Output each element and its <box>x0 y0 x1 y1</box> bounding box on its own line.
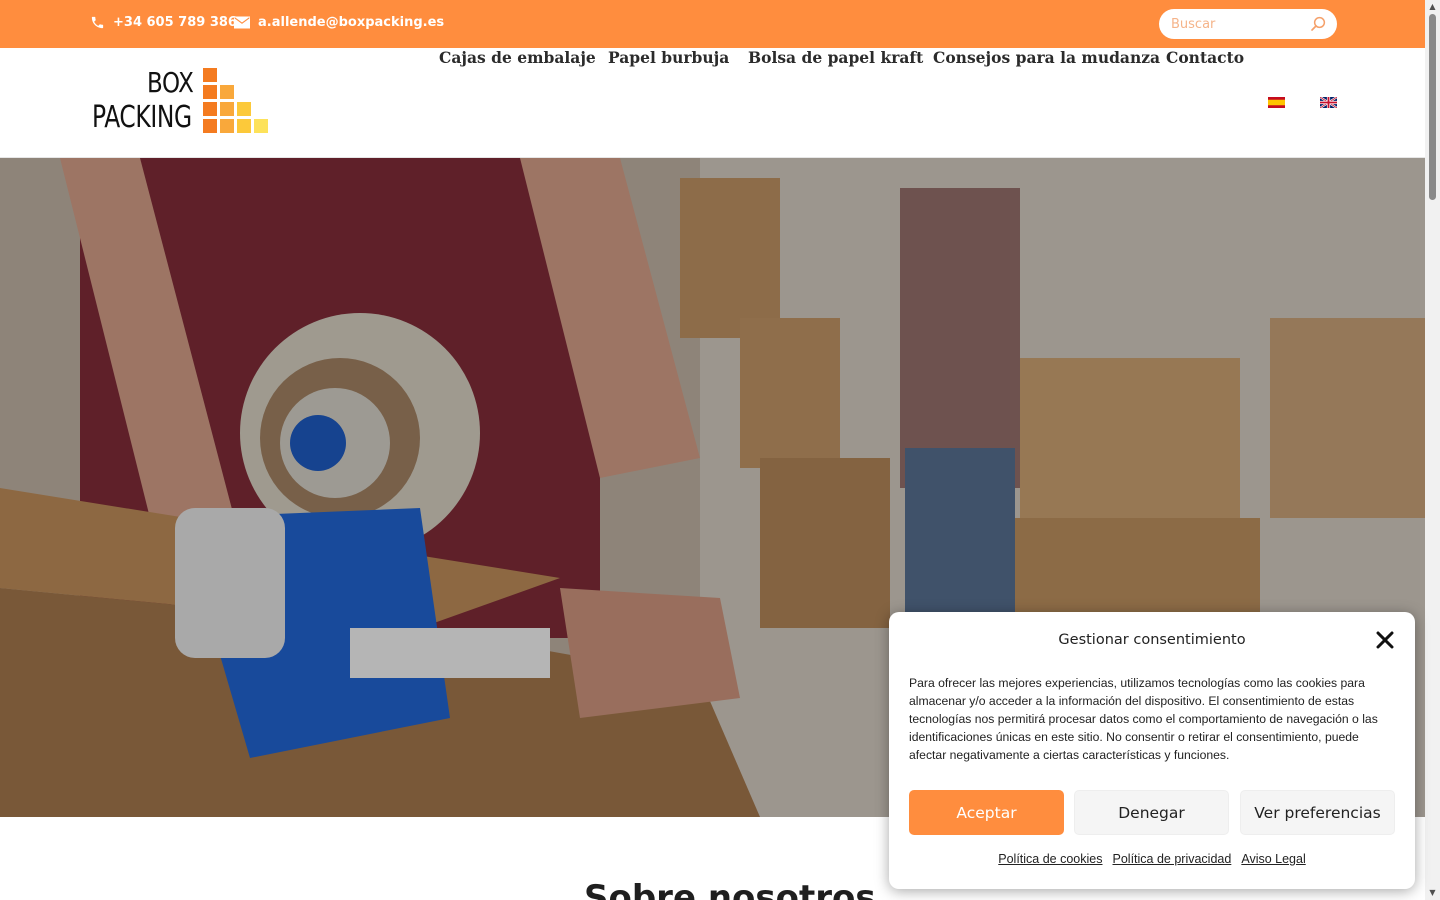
phone-icon <box>91 16 104 29</box>
section-title: Sobre nosotros <box>584 878 876 900</box>
phone-contact[interactable]: +34 605 789 386 <box>90 15 237 30</box>
search-input[interactable] <box>1159 9 1309 39</box>
site-logo[interactable]: BOX PACKING <box>92 66 272 138</box>
cookie-consent-dialog: Gestionar consentimiento Para ofrecer la… <box>889 612 1415 889</box>
email-address[interactable]: a.allende@boxpacking.es <box>258 15 444 30</box>
nav-item-cajas[interactable]: Cajas de embalaje <box>439 48 596 67</box>
phone-number[interactable]: +34 605 789 386 <box>113 15 237 30</box>
flag-spain-icon[interactable] <box>1268 97 1285 108</box>
logo-blocks-icon <box>203 68 268 133</box>
site-header: BOX PACKING Cajas de embalaje Papel burb… <box>0 48 1425 158</box>
cookie-policy-link[interactable]: Política de cookies <box>998 852 1102 866</box>
nav-item-consejos[interactable]: Consejos para la mudanza <box>933 48 1160 67</box>
email-contact[interactable]: a.allende@boxpacking.es <box>234 15 444 30</box>
logo-line1: BOX <box>147 66 194 99</box>
scroll-up-arrow-icon[interactable]: ▲ <box>1428 2 1437 11</box>
scroll-down-arrow-icon[interactable]: ▼ <box>1428 888 1437 897</box>
deny-button[interactable]: Denegar <box>1074 790 1229 835</box>
search-icon[interactable] <box>1309 15 1327 33</box>
flag-uk-icon[interactable] <box>1320 97 1337 108</box>
nav-item-papel-burbuja[interactable]: Papel burbuja <box>608 48 729 67</box>
nav-item-contacto[interactable]: Contacto <box>1166 48 1244 67</box>
cookie-links: Política de cookies Política de privacid… <box>889 852 1415 866</box>
accept-button[interactable]: Aceptar <box>909 790 1064 835</box>
preferences-button[interactable]: Ver preferencias <box>1240 790 1395 835</box>
nav-item-bolsa-kraft[interactable]: Bolsa de papel kraft <box>748 48 923 67</box>
privacy-policy-link[interactable]: Política de privacidad <box>1113 852 1232 866</box>
search-box[interactable] <box>1159 9 1337 39</box>
logo-line2: PACKING <box>92 100 192 135</box>
cookie-title: Gestionar consentimiento <box>1058 632 1246 648</box>
cookie-description: Para ofrecer las mejores experiencias, u… <box>909 676 1378 762</box>
scrollbar-thumb[interactable] <box>1429 14 1436 200</box>
legal-notice-link[interactable]: Aviso Legal <box>1241 852 1305 866</box>
close-icon[interactable] <box>1375 630 1395 650</box>
top-bar: +34 605 789 386 a.allende@boxpacking.es <box>0 0 1425 48</box>
mail-icon <box>234 16 250 29</box>
